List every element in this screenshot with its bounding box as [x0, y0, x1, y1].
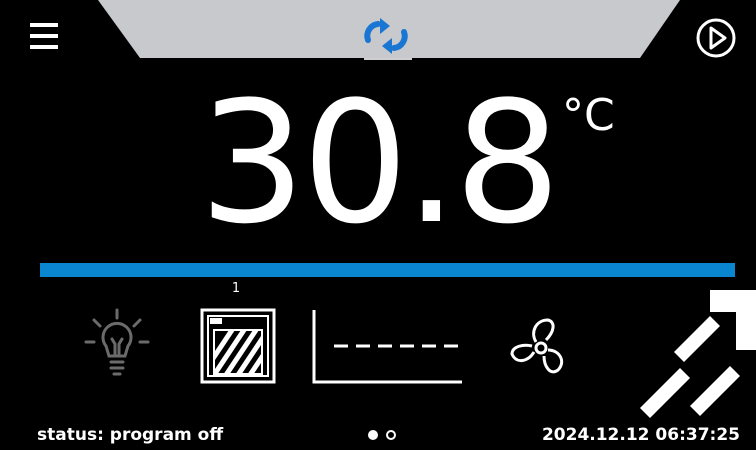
page-dot-inactive[interactable] — [386, 430, 396, 440]
program-chart-icon[interactable] — [304, 306, 464, 388]
temperature-bar — [40, 263, 735, 277]
active-tab-indicator — [364, 58, 412, 60]
watermark-shape — [640, 290, 756, 418]
date-time: 2024.12.12 06:37:25 — [541, 425, 740, 445]
page-dot-active[interactable] — [368, 430, 378, 440]
door-counter: 1 — [231, 281, 241, 296]
program-status: status: program off — [37, 425, 224, 445]
play-circle-icon[interactable] — [694, 16, 738, 60]
door-icon[interactable] — [196, 304, 280, 386]
temperature-unit: °C — [562, 90, 615, 141]
temperature-value: 30.8 — [198, 65, 561, 261]
fan-icon[interactable] — [500, 310, 582, 392]
cycle-arrows-icon[interactable] — [356, 16, 416, 56]
light-bulb-icon[interactable] — [82, 306, 152, 384]
hamburger-menu-icon[interactable] — [26, 19, 66, 59]
page-indicator[interactable] — [366, 427, 410, 445]
